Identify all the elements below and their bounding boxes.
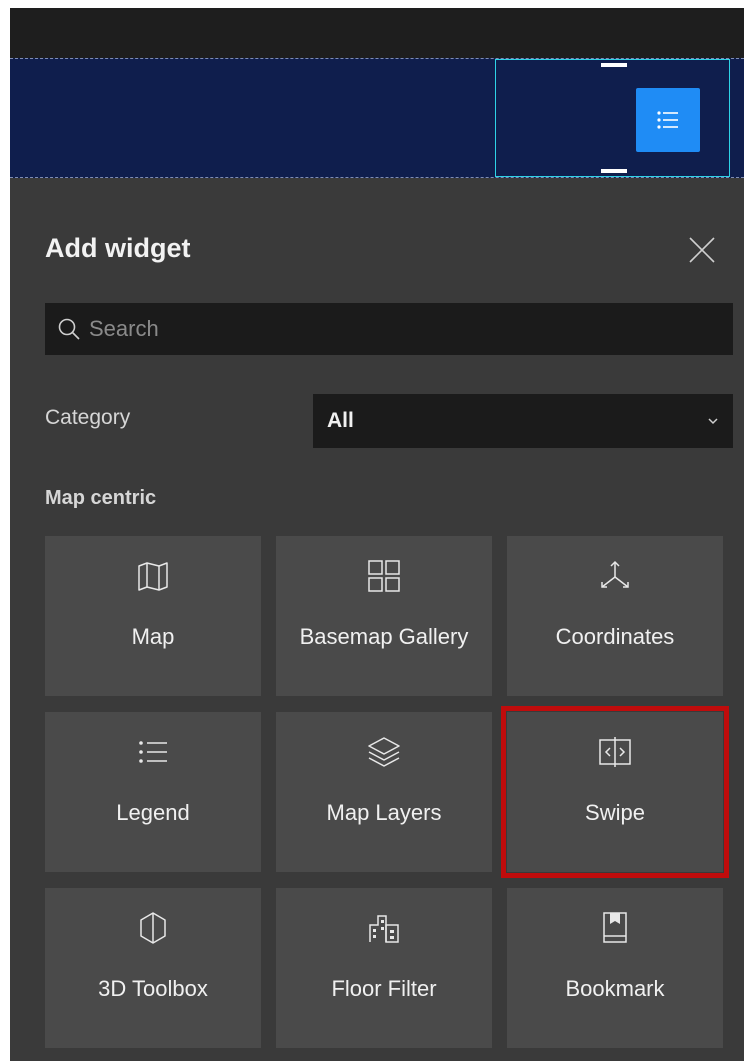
- widget-tile-floor-filter[interactable]: Floor Filter: [276, 888, 492, 1048]
- widget-label: 3D Toolbox: [98, 975, 208, 1001]
- layers-icon: [368, 737, 400, 767]
- top-bar: [10, 8, 744, 58]
- widget-label: Swipe: [585, 799, 645, 825]
- widget-label: Map: [131, 623, 175, 649]
- chevron-down-icon: [708, 418, 718, 425]
- app-frame: Add widget Category All Map centric: [10, 8, 744, 1061]
- coordinates-icon: [601, 560, 629, 588]
- widget-tile-map-layers[interactable]: Map Layers: [276, 712, 492, 872]
- widget-label: Floor Filter: [331, 975, 437, 1001]
- widget-tile-3d-toolbox[interactable]: 3D Toolbox: [45, 888, 261, 1048]
- resize-handle-top[interactable]: [601, 63, 627, 67]
- close-icon: [689, 237, 715, 263]
- widget-tile-swipe[interactable]: Swipe: [501, 706, 729, 878]
- category-select[interactable]: All: [313, 394, 733, 448]
- list-widget-button[interactable]: [636, 88, 700, 152]
- search-field[interactable]: [45, 303, 733, 355]
- widget-label: Basemap Gallery: [299, 623, 469, 649]
- widget-label: Coordinates: [555, 623, 675, 649]
- 3d-toolbox-icon: [140, 912, 166, 944]
- header-section[interactable]: [10, 58, 744, 237]
- add-widget-panel: Add widget Category All Map centric: [10, 178, 744, 1061]
- selected-widget-group[interactable]: [495, 59, 744, 237]
- widget-tile-bookmark[interactable]: Bookmark: [507, 888, 723, 1048]
- search-input[interactable]: [87, 315, 691, 343]
- category-value: All: [327, 409, 354, 432]
- resize-handle-bottom[interactable]: [601, 169, 627, 173]
- widget-label: Map Layers: [326, 799, 442, 825]
- widget-tile-legend[interactable]: Legend: [45, 712, 261, 872]
- widget-tile-basemap-gallery[interactable]: Basemap Gallery: [276, 536, 492, 696]
- close-button[interactable]: [685, 233, 719, 267]
- legend-icon: [139, 741, 167, 763]
- widget-label: Legend: [116, 799, 190, 825]
- widget-label: Bookmark: [565, 975, 665, 1001]
- section-label: Map centric: [45, 487, 157, 509]
- floor-filter-icon: [369, 915, 399, 943]
- panel-title: Add widget: [45, 233, 191, 263]
- map-icon: [138, 562, 168, 591]
- search-icon: [58, 318, 80, 340]
- bookmark-icon: [603, 912, 627, 943]
- swipe-icon: [599, 737, 631, 767]
- category-label: Category: [45, 406, 131, 429]
- list-icon: [657, 111, 678, 129]
- widget-tile-map[interactable]: Map: [45, 536, 261, 696]
- widget-tile-coordinates[interactable]: Coordinates: [507, 536, 723, 696]
- basemap-gallery-icon: [368, 560, 400, 592]
